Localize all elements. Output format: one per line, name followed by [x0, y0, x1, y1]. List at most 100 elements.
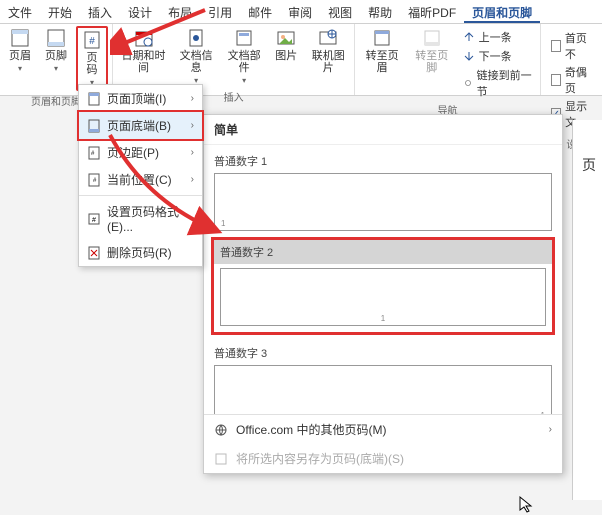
datetime-label: 日期和时间 — [121, 50, 166, 74]
first-page-diff-checkbox[interactable]: 首页不 — [551, 30, 592, 62]
next-section-button[interactable]: 下一条 — [459, 47, 536, 65]
link-icon — [463, 77, 473, 89]
page-margins-item[interactable]: # 页边距(P) › — [79, 139, 202, 166]
chevron-down-icon: ▾ — [54, 64, 58, 73]
remove-page-number-item[interactable]: 删除页码(R) — [79, 239, 202, 266]
page-char-label: 页 — [582, 155, 596, 175]
image-button[interactable]: 图片 — [270, 26, 302, 64]
document-page-edge — [572, 120, 602, 500]
header-label: 页眉 — [9, 50, 31, 62]
gallery-item-title: 普通数字 3 — [214, 341, 552, 365]
docparts-button[interactable]: 文档部件 ▾ — [222, 26, 266, 87]
tab-header-footer[interactable]: 页眉和页脚 — [464, 0, 540, 23]
goto-footer-icon — [422, 28, 442, 48]
gallery-item-plain-2[interactable]: 普通数字 2 1 — [211, 237, 555, 335]
gallery-item-title: 普通数字 1 — [214, 149, 552, 173]
link-previous-button[interactable]: 链接到前一节 — [459, 66, 536, 100]
chevron-right-icon: › — [191, 174, 194, 185]
docparts-label: 文档部件 — [226, 50, 262, 74]
next-icon — [463, 50, 475, 62]
page-bottom-icon — [87, 119, 101, 133]
tab-design[interactable]: 设计 — [120, 0, 160, 23]
ribbon-tabs: 文件 开始 插入 设计 布局 引用 邮件 审阅 视图 帮助 福昕PDF 页眉和页… — [0, 0, 602, 24]
svg-text:#: # — [89, 36, 95, 47]
tab-help[interactable]: 帮助 — [360, 0, 400, 23]
next-label: 下一条 — [479, 48, 512, 64]
footer-icon — [46, 28, 66, 48]
online-image-label: 联机图片 — [310, 50, 346, 74]
tab-foxit[interactable]: 福昕PDF — [400, 0, 464, 23]
group-label-hf: 页眉和页脚 — [31, 91, 81, 110]
tab-review[interactable]: 审阅 — [280, 0, 320, 23]
chevron-right-icon: › — [191, 147, 194, 158]
odd-even-diff-checkbox[interactable]: 奇偶页 — [551, 64, 592, 96]
chevron-down-icon: ▾ — [242, 76, 246, 85]
dd-label: 页边距(P) — [107, 144, 159, 161]
page-number-icon: # — [82, 30, 102, 50]
goto-header-icon — [372, 28, 392, 48]
page-number-dropdown: 页面顶端(I) › 页面底端(B) › # 页边距(P) › # 当前位置(C)… — [78, 84, 203, 267]
checkbox-empty-icon — [551, 74, 561, 86]
group-options: 首页不 奇偶页 ✓ 显示文 设 — [541, 24, 602, 95]
dd-label: 删除页码(R) — [107, 244, 172, 261]
remove-icon — [87, 246, 101, 260]
dd-label: 设置页码格式(E)... — [107, 203, 194, 234]
globe-icon — [214, 423, 228, 437]
current-pos-icon: # — [87, 173, 101, 187]
svg-text:#: # — [91, 151, 95, 157]
format-page-number-item[interactable]: # 设置页码格式(E)... — [79, 198, 202, 239]
goto-footer-label: 转至页脚 — [413, 50, 451, 74]
tab-file[interactable]: 文件 — [0, 0, 40, 23]
page-number-button[interactable]: # 页码 ▾ — [76, 26, 108, 91]
image-label: 图片 — [275, 50, 297, 62]
tab-mailings[interactable]: 邮件 — [240, 0, 280, 23]
svg-text:#: # — [92, 217, 96, 224]
prev-icon — [463, 31, 475, 43]
goto-footer-button[interactable]: 转至页脚 — [409, 26, 455, 76]
tab-insert[interactable]: 插入 — [80, 0, 120, 23]
gallery-item-title: 普通数字 2 — [214, 240, 552, 264]
gallery-preview: 1 — [214, 173, 552, 231]
page-top-icon — [87, 92, 101, 106]
page-margin-icon: # — [87, 146, 101, 160]
gallery-header: 简单 — [204, 115, 562, 145]
gallery-item-plain-1[interactable]: 普通数字 1 1 — [214, 149, 552, 231]
docparts-icon — [234, 28, 254, 48]
header-icon — [10, 28, 30, 48]
chevron-right-icon: › — [191, 93, 194, 104]
link-prev-label: 链接到前一节 — [477, 67, 532, 99]
checkbox-empty-icon — [551, 40, 561, 52]
menu-separator — [79, 195, 202, 196]
group-nav: 转至页眉 转至页脚 上一条 下一条 链接到前一节 — [355, 24, 540, 95]
chevron-right-icon: › — [191, 120, 194, 131]
gallery-preview: 1 — [220, 268, 546, 326]
current-position-item[interactable]: # 当前位置(C) › — [79, 166, 202, 193]
more-from-office-item[interactable]: Office.com 中的其他页码(M) › — [204, 415, 562, 444]
chevron-down-icon: ▾ — [18, 64, 22, 73]
page-number-gallery: 简单 普通数字 1 1 普通数字 2 1 普通数字 3 1 Office.com… — [203, 114, 563, 474]
tab-references[interactable]: 引用 — [200, 0, 240, 23]
tab-home[interactable]: 开始 — [40, 0, 80, 23]
docinfo-label: 文档信息 — [178, 50, 214, 74]
footer-label: 页脚 — [45, 50, 67, 62]
online-image-icon — [318, 28, 338, 48]
tab-view[interactable]: 视图 — [320, 0, 360, 23]
image-icon — [276, 28, 296, 48]
datetime-button[interactable]: 日期和时间 — [117, 26, 170, 76]
format-icon: # — [87, 212, 101, 226]
prev-section-button[interactable]: 上一条 — [459, 28, 536, 46]
top-of-page-item[interactable]: 页面顶端(I) › — [79, 85, 202, 112]
bottom-of-page-item[interactable]: 页面底端(B) › — [77, 110, 204, 141]
footer-button[interactable]: 页脚 ▾ — [40, 26, 72, 75]
calendar-icon — [134, 28, 154, 48]
tab-layout[interactable]: 布局 — [160, 0, 200, 23]
goto-header-button[interactable]: 转至页眉 — [359, 26, 405, 76]
docinfo-button[interactable]: 文档信息 ▾ — [174, 26, 218, 87]
header-button[interactable]: 页眉 ▾ — [4, 26, 36, 75]
gallery-body: 普通数字 1 1 普通数字 2 1 普通数字 3 1 — [204, 145, 562, 414]
gallery-item-plain-3[interactable]: 普通数字 3 1 — [214, 341, 552, 414]
first-diff-label: 首页不 — [565, 30, 592, 62]
chevron-right-icon: › — [549, 424, 552, 435]
online-image-button[interactable]: 联机图片 — [306, 26, 350, 76]
gallery-footer: Office.com 中的其他页码(M) › 将所选内容另存为页码(底端)(S) — [204, 414, 562, 473]
